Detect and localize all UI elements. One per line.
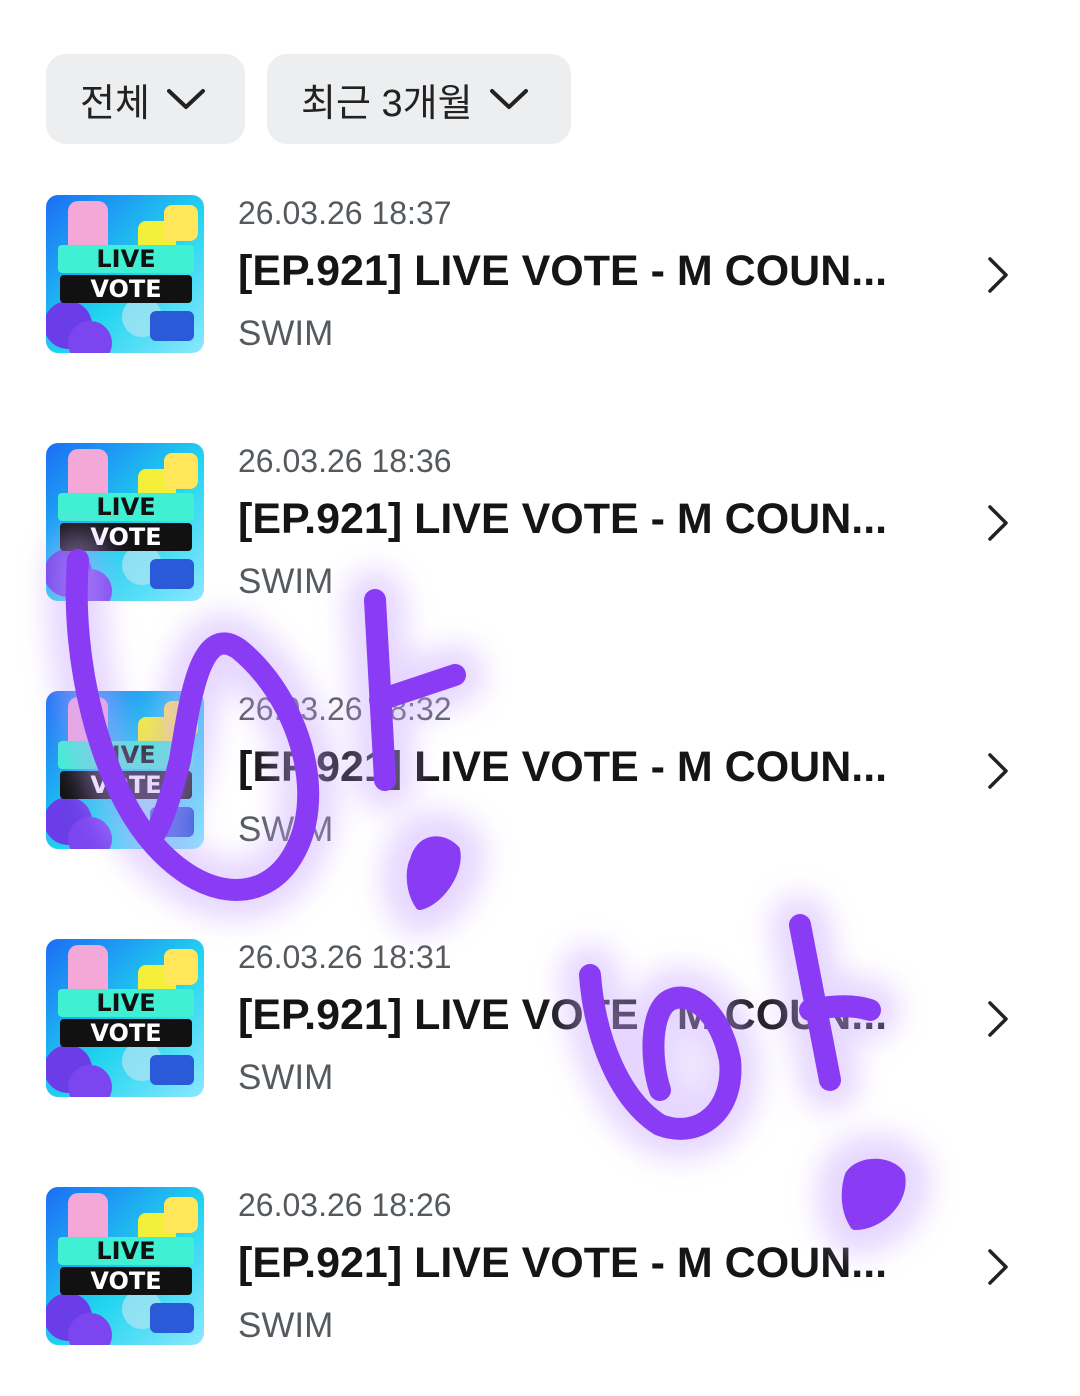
vote-artist: SWIM (238, 810, 334, 849)
vote-date: 26.03.26 18:26 (238, 1187, 452, 1223)
period-filter-label: 최근 3개월 (301, 82, 473, 125)
live-vote-thumbnail: LIVE VOTE (46, 691, 204, 849)
vote-title: [EP.921] LIVE VOTE - M COUN... (238, 1239, 888, 1287)
thumb-live-text: LIVE (96, 1237, 155, 1265)
chevron-right-icon (988, 505, 1008, 541)
chevron-down-icon (489, 89, 528, 109)
thumb-vote-text: VOTE (90, 523, 161, 551)
chevron-down-icon (166, 89, 205, 109)
vote-title: [EP.921] LIVE VOTE - M COUN... (238, 743, 888, 791)
chevron-right-icon (988, 257, 1008, 293)
period-filter-dropdown[interactable]: 최근 3개월 (267, 54, 571, 144)
filter-bar: 전체 최근 3개월 (46, 54, 571, 144)
vote-date: 26.03.26 18:31 (238, 939, 452, 975)
thumb-vote-text: VOTE (90, 1019, 161, 1047)
thumb-vote-text: VOTE (90, 275, 161, 303)
list-item[interactable]: LIVE VOTE 26.03.26 18:31 [EP.921] LIVE V… (0, 939, 1080, 1099)
list-item[interactable]: LIVE VOTE 26.03.26 18:37 [EP.921] LIVE V… (0, 195, 1080, 355)
thumb-live-text: LIVE (96, 493, 155, 521)
live-vote-thumbnail: LIVE VOTE (46, 939, 204, 1097)
list-item[interactable]: LIVE VOTE 26.03.26 18:32 [EP.921] LIVE V… (0, 691, 1080, 851)
live-vote-thumbnail: LIVE VOTE (46, 195, 204, 353)
chevron-right-icon (988, 753, 1008, 789)
thumb-live-text: LIVE (96, 741, 155, 769)
vote-artist: SWIM (238, 1306, 334, 1345)
live-vote-thumbnail: LIVE VOTE (46, 443, 204, 601)
thumb-vote-text: VOTE (90, 771, 161, 799)
chevron-right-icon (988, 1001, 1008, 1037)
vote-date: 26.03.26 18:32 (238, 691, 452, 727)
vote-title: [EP.921] LIVE VOTE - M COUN... (238, 991, 888, 1039)
vote-date: 26.03.26 18:36 (238, 443, 452, 479)
vote-artist: SWIM (238, 1058, 334, 1097)
vote-title: [EP.921] LIVE VOTE - M COUN... (238, 247, 888, 295)
vote-artist: SWIM (238, 562, 334, 601)
vote-title: [EP.921] LIVE VOTE - M COUN... (238, 495, 888, 543)
vote-date: 26.03.26 18:37 (238, 195, 452, 231)
thumb-vote-text: VOTE (90, 1267, 161, 1295)
thumb-live-text: LIVE (96, 989, 155, 1017)
category-filter-label: 전체 (80, 82, 150, 125)
thumb-live-text: LIVE (96, 245, 155, 273)
chevron-right-icon (988, 1249, 1008, 1285)
list-item[interactable]: LIVE VOTE 26.03.26 18:36 [EP.921] LIVE V… (0, 443, 1080, 603)
list-item[interactable]: LIVE VOTE 26.03.26 18:26 [EP.921] LIVE V… (0, 1187, 1080, 1347)
category-filter-dropdown[interactable]: 전체 (46, 54, 245, 144)
live-vote-thumbnail: LIVE VOTE (46, 1187, 204, 1345)
vote-artist: SWIM (238, 314, 334, 353)
